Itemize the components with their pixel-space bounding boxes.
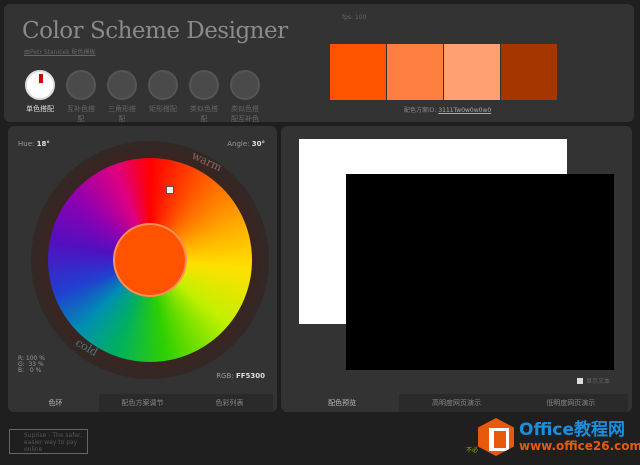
preview-dark-area [346,174,614,370]
rgb-readout: RGB: FF5300 [216,372,265,380]
color-wheel-ring[interactable]: warm cold [31,141,269,379]
left-tabs: 色环 配色方案调节 色彩列表 [12,394,273,412]
tab-light-page[interactable]: 高明度网页演示 [399,394,514,412]
show-text-checkbox[interactable]: 显示文本 [577,376,610,385]
checkbox-icon[interactable] [577,377,583,384]
mode-label: 矩形搭配 [149,105,177,113]
swatch-light[interactable] [387,44,443,100]
hue-readout: Hue: 18° [18,140,50,148]
top-panel: Color Scheme Designer 由Petr Stanicek 配色模… [4,4,634,124]
mode-analogic[interactable]: 类似色搭配 [188,70,220,124]
author-link[interactable]: 由Petr Stanicek 配色模板 [24,47,96,56]
note-text: 不必 [466,447,479,454]
swatch-primary[interactable] [330,44,386,100]
watermark: Office教程网 www.office26.com [478,418,640,456]
triad-wheel-icon [107,70,137,100]
app-title: Color Scheme Designer [22,18,288,44]
office-logo-icon [478,418,514,456]
hue-handle[interactable] [166,186,174,194]
tab-color-wheel[interactable]: 色环 [12,394,99,412]
mode-label: 单色搭配 [26,105,54,113]
scheme-mode-list: 单色搭配 互补色搭配 三角形搭配 矩形搭配 类似色搭配 类似色搭配互补色 [24,70,261,124]
fps-counter: fps: 100 [342,14,367,21]
mode-tetrad[interactable]: 矩形搭配 [147,70,179,124]
checkbox-label: 显示文本 [586,378,611,385]
rgb-percent: R: 100 % G: 33 % B: 0 % [18,355,45,374]
mode-label: 类似色搭配互补色 [231,105,259,123]
complement-wheel-icon [66,70,96,100]
analogic-wheel-icon [189,70,219,100]
watermark-title: Office教程网 [519,420,626,440]
preview-panel: 显示文本 配色预览 高明度网页演示 低明度网页演示 [281,126,632,412]
color-wheel-panel: Hue: 18° Angle: 30° warm cold R: 100 % G:… [8,126,277,412]
watermark-url: www.office26.com [519,439,640,453]
mode-mono[interactable]: 单色搭配 [24,70,56,124]
mode-accented-analogic[interactable]: 类似色搭配互补色 [229,70,261,124]
scheme-id-label: 配色方案ID: [404,107,437,114]
scheme-id: 配色方案ID: 3111Tw0w0w0w0 [404,105,491,114]
mode-label: 互补色搭配 [67,105,95,123]
swatch-dark[interactable] [501,44,557,100]
color-wheel[interactable] [48,158,252,362]
swatch-lighter[interactable] [444,44,500,100]
tab-scheme-adjust[interactable]: 配色方案调节 [99,394,186,412]
tab-color-list[interactable]: 色彩列表 [186,394,273,412]
tetrad-wheel-icon [148,70,178,100]
right-tabs: 配色预览 高明度网页演示 低明度网页演示 [285,394,628,412]
angle-readout: Angle: 30° [227,140,265,148]
mode-label: 类似色搭配 [190,105,218,123]
ad-broken-image[interactable]: Suprise - The safer, easier way to pay o… [9,429,88,454]
mode-triad[interactable]: 三角形搭配 [106,70,138,124]
mode-complement[interactable]: 互补色搭配 [65,70,97,124]
mode-label: 三角形搭配 [108,105,136,123]
tab-dark-page[interactable]: 低明度网页演示 [513,394,628,412]
scheme-id-link[interactable]: 3111Tw0w0w0w0 [438,107,491,114]
tab-preview[interactable]: 配色预览 [285,394,400,412]
base-color-disc [113,223,187,297]
swatch-row [330,44,557,100]
accented-analogic-wheel-icon [230,70,260,100]
mono-wheel-icon [25,70,55,100]
